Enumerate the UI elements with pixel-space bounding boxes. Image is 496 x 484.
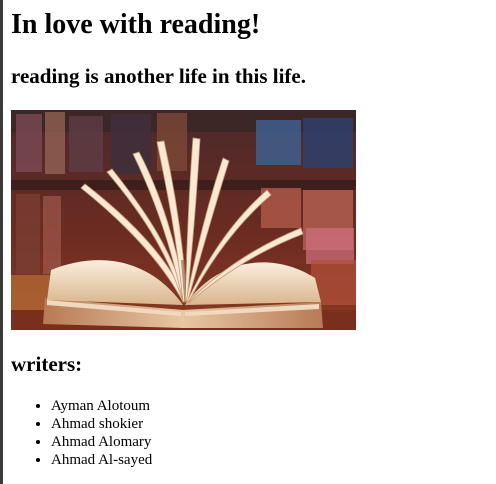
list-item: Ayman Alotoum <box>51 397 152 415</box>
list-item: Ahmad Al-sayed <box>51 451 152 469</box>
list-item: Ahmad Alomary <box>51 433 152 451</box>
open-book-image <box>11 110 356 330</box>
window-left-edge <box>0 0 3 484</box>
list-item: Ahmad shokier <box>51 415 152 433</box>
writers-heading: writers: <box>11 352 83 376</box>
page-title: In love with reading! <box>11 9 261 40</box>
writers-list: Ayman Alotoum Ahmad shokier Ahmad Alomar… <box>11 397 152 469</box>
page-subtitle: reading is another life in this life. <box>11 64 306 88</box>
